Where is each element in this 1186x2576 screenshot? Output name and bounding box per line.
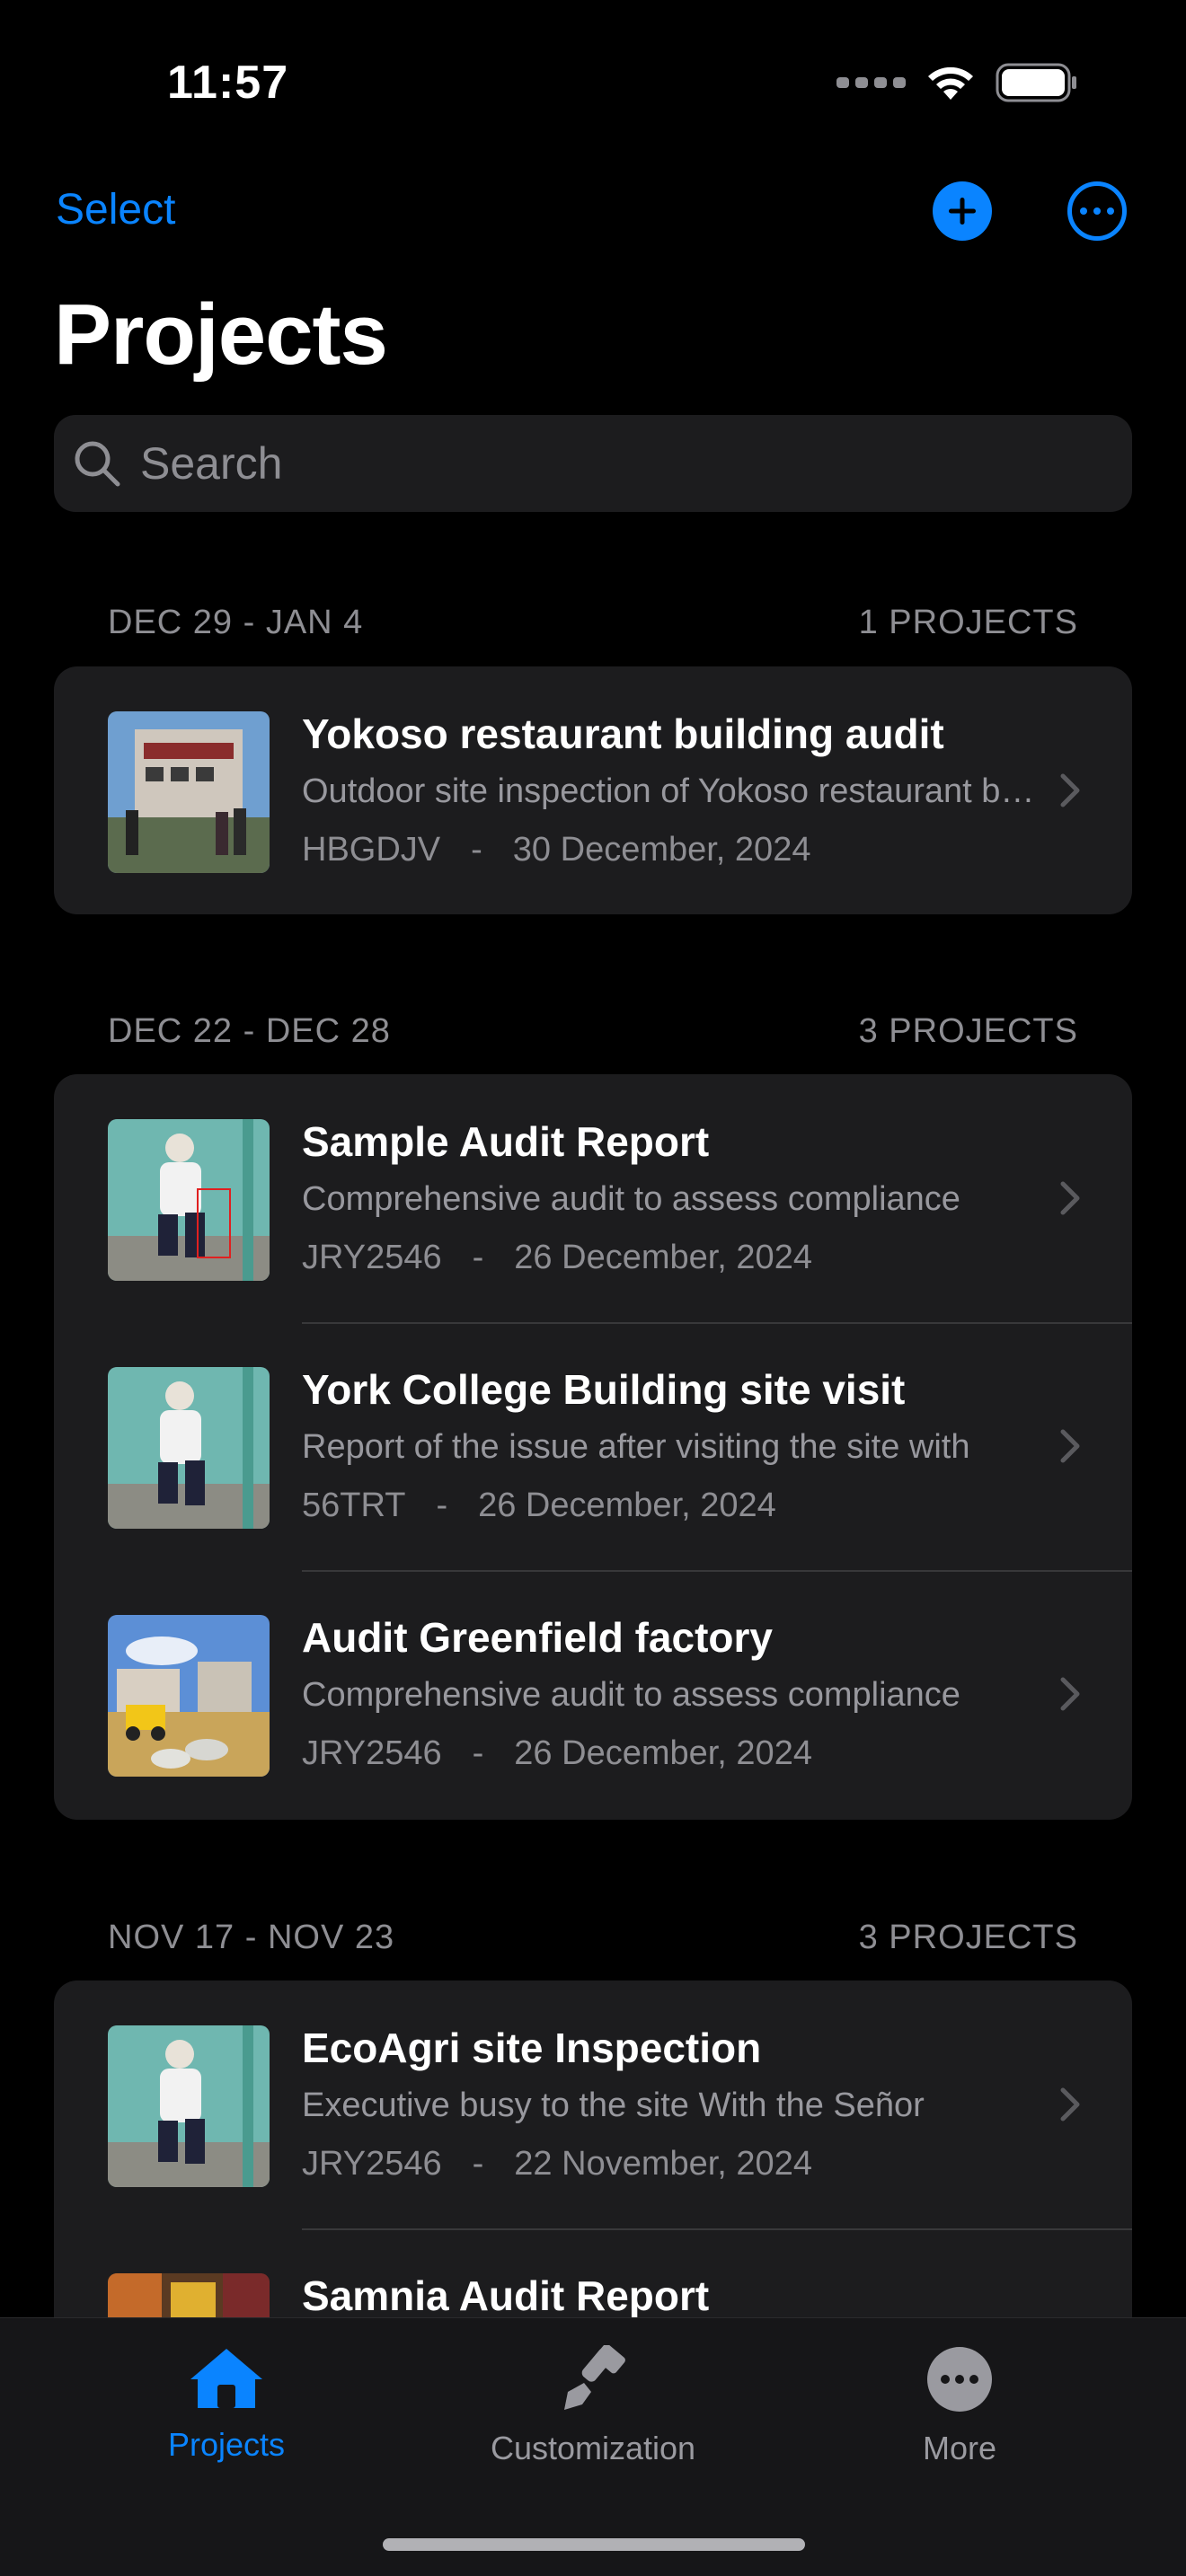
project-date: 26 December, 2024 xyxy=(514,1734,812,1772)
cellular-signal-icon xyxy=(836,77,906,88)
section-header: NOV 17 - NOV 23 3 PROJECTS xyxy=(108,1919,1078,1957)
tab-bar: Projects Customization More xyxy=(0,2317,1186,2576)
meta-separator: - xyxy=(472,2145,484,2183)
chevron-right-icon xyxy=(1060,1677,1080,1711)
status-time: 11:57 xyxy=(167,57,289,109)
battery-icon xyxy=(996,63,1076,102)
project-meta: JRY2546-26 December, 2024 xyxy=(302,1734,1039,1773)
project-group: Yokoso restaurant building audit Outdoor… xyxy=(54,666,1132,914)
project-meta: JRY2546-22 November, 2024 xyxy=(302,2145,1039,2183)
project-description: Executive busy to the site With the Seño… xyxy=(302,2086,925,2124)
project-meta: HBGDJV -30 December, 2024 xyxy=(302,831,1039,869)
project-group: Sample Audit Report Comprehensive audit … xyxy=(54,1074,1132,1820)
project-code: JRY2546 xyxy=(302,1734,442,1772)
section-date-range: NOV 17 - NOV 23 xyxy=(108,1919,395,1956)
project-code: JRY2546 xyxy=(302,1239,442,1276)
project-date: 22 November, 2024 xyxy=(514,2145,812,2183)
project-code: 56TRT xyxy=(302,1486,406,1524)
project-date: 26 December, 2024 xyxy=(478,1486,776,1524)
status-icons xyxy=(836,63,1078,102)
wifi-icon xyxy=(928,66,973,100)
chevron-right-icon xyxy=(1060,1429,1080,1463)
project-date: 26 December, 2024 xyxy=(514,1239,812,1276)
meta-separator: - xyxy=(436,1486,448,1524)
project-thumbnail xyxy=(108,2025,270,2187)
more-options-button[interactable] xyxy=(1067,181,1127,241)
tab-customization[interactable]: Customization xyxy=(458,2345,728,2467)
project-title: EcoAgri site Inspection xyxy=(302,2025,762,2071)
chevron-right-icon xyxy=(1060,773,1080,807)
section-header: DEC 29 - JAN 4 1 PROJECTS xyxy=(108,604,1078,642)
add-project-button[interactable] xyxy=(933,181,992,241)
project-code: JRY2546 xyxy=(302,2145,442,2183)
meta-separator: - xyxy=(471,831,482,869)
ellipsis-icon xyxy=(1080,207,1087,215)
project-row[interactable]: York College Building site visit Report … xyxy=(54,1322,1132,1570)
select-button[interactable]: Select xyxy=(56,185,175,234)
project-title: Yokoso restaurant building audit xyxy=(302,710,944,757)
project-title: Sample Audit Report xyxy=(302,1118,710,1165)
house-icon xyxy=(190,2349,262,2408)
search-field[interactable]: Search xyxy=(54,415,1132,512)
section-count: 3 PROJECTS xyxy=(858,1919,1078,1956)
project-description: Report of the issue after visiting the s… xyxy=(302,1428,970,1466)
meta-separator: - xyxy=(472,1734,484,1772)
meta-separator: - xyxy=(472,1239,484,1276)
tab-label: More xyxy=(922,2430,997,2466)
tab-more[interactable]: More xyxy=(825,2345,1094,2467)
tab-projects[interactable]: Projects xyxy=(92,2345,361,2464)
page-title: Projects xyxy=(54,287,388,383)
chevron-right-icon xyxy=(1060,1181,1080,1215)
section-date-range: DEC 29 - JAN 4 xyxy=(108,604,364,641)
project-row[interactable]: EcoAgri site Inspection Executive busy t… xyxy=(54,1981,1132,2228)
home-indicator xyxy=(383,2538,805,2551)
ellipsis-circle-icon xyxy=(927,2347,992,2412)
project-description: Outdoor site inspection of Yokoso restau… xyxy=(302,772,1039,810)
project-description: Comprehensive audit to assess compliance xyxy=(302,1180,960,1218)
project-row[interactable]: Audit Greenfield factory Comprehensive a… xyxy=(54,1570,1132,1818)
project-title: Audit Greenfield factory xyxy=(302,1614,773,1661)
search-placeholder: Search xyxy=(140,438,283,489)
project-thumbnail xyxy=(108,711,270,873)
project-title: York College Building site visit xyxy=(302,1366,906,1413)
project-description: Comprehensive audit to assess compliance xyxy=(302,1676,960,1714)
project-meta: 56TRT -26 December, 2024 xyxy=(302,1486,1039,1525)
projects-screen: 11:57 Select Projects Search DEC 29 - JA… xyxy=(0,0,1186,2576)
section-header: DEC 22 - DEC 28 3 PROJECTS xyxy=(108,1012,1078,1051)
tab-label: Customization xyxy=(490,2430,696,2466)
section-date-range: DEC 22 - DEC 28 xyxy=(108,1012,391,1050)
project-title: Samnia Audit Report xyxy=(302,2272,710,2319)
search-icon xyxy=(75,441,120,487)
project-row[interactable]: Yokoso restaurant building audit Outdoor… xyxy=(54,666,1132,914)
section-count: 1 PROJECTS xyxy=(858,604,1078,641)
tab-label: Projects xyxy=(167,2426,286,2463)
project-thumbnail xyxy=(108,1119,270,1281)
project-code: HBGDJV xyxy=(302,831,441,869)
project-meta: JRY2546-26 December, 2024 xyxy=(302,1239,1039,1277)
section-count: 3 PROJECTS xyxy=(858,1012,1078,1050)
project-row[interactable]: Sample Audit Report Comprehensive audit … xyxy=(54,1074,1132,1322)
plus-icon xyxy=(949,198,976,225)
project-thumbnail xyxy=(108,1615,270,1777)
chevron-right-icon xyxy=(1060,2087,1080,2122)
project-thumbnail xyxy=(108,1367,270,1529)
paintbrush-icon xyxy=(564,2345,625,2410)
project-date: 30 December, 2024 xyxy=(512,831,811,869)
